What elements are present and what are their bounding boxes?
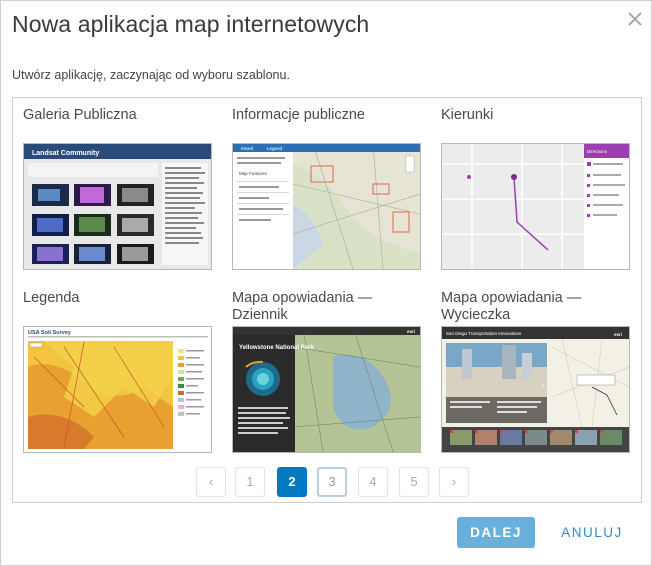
page-4-button[interactable]: 4 xyxy=(358,467,388,497)
page-1-button[interactable]: 1 xyxy=(235,467,265,497)
thumb-title: USA Soil Survey xyxy=(28,330,72,336)
template-card-label: Kierunki xyxy=(441,107,494,123)
thumb-title: Landsat Community xyxy=(32,150,99,157)
cancel-button[interactable]: ANULUJ xyxy=(553,517,631,548)
template-card-story-map-tour[interactable]: Mapa opowiadania — Wycieczka xyxy=(441,290,630,326)
template-card-label: Mapa opowiadania — Dziennik xyxy=(232,290,373,323)
template-card-label: Informacje publiczne xyxy=(232,107,365,123)
page-2-button[interactable]: 2 xyxy=(277,467,307,497)
template-card-public-gallery[interactable]: Galeria Publiczna xyxy=(23,107,212,143)
new-web-app-dialog: Nowa aplikacja map internetowych Utwórz … xyxy=(0,0,652,566)
pagination: ‹ 1 2 3 4 5 › xyxy=(13,467,641,497)
dialog-subtitle: Utwórz aplikację, zaczynając od wyboru s… xyxy=(12,68,290,82)
esri-logo: esri xyxy=(614,332,622,337)
template-card-legend[interactable]: Legenda xyxy=(23,290,212,326)
thumb-title: Yellowstone National Park xyxy=(239,345,314,351)
template-card-label: Legenda xyxy=(23,290,80,306)
page-5-button[interactable]: 5 xyxy=(399,467,429,497)
svg-text:‹: ‹ xyxy=(443,380,446,389)
template-gallery: Galeria Publiczna Landsat Community Info… xyxy=(12,97,642,503)
template-card-story-map-journal[interactable]: Mapa opowiadania — Dziennik xyxy=(232,290,421,326)
thumb-panel-title: Directions xyxy=(587,149,608,154)
template-thumbnail-story-map-journal[interactable]: esri Yellowstone National Park xyxy=(232,326,421,453)
template-card-label: Galeria Publiczna xyxy=(23,107,137,123)
template-thumbnail-directions[interactable]: Directions xyxy=(441,143,630,270)
thumb-tab: Legend xyxy=(267,146,283,151)
template-thumbnail-legend[interactable]: USA Soil Survey xyxy=(23,326,212,453)
template-card-public-information[interactable]: Informacje publiczne xyxy=(232,107,421,143)
template-thumbnail-public-information[interactable]: Mixed Legend Map Features xyxy=(232,143,421,270)
chevron-right-icon[interactable]: › xyxy=(439,467,469,497)
thumb-tab: Mixed xyxy=(241,146,254,151)
template-card-directions[interactable]: Kierunki xyxy=(441,107,630,143)
page-3-button[interactable]: 3 xyxy=(317,467,347,497)
svg-text:›: › xyxy=(542,380,545,389)
chevron-left-icon[interactable]: ‹ xyxy=(196,467,226,497)
dialog-title: Nowa aplikacja map internetowych xyxy=(12,11,370,37)
thumb-title: San Diego Transportation Innovations xyxy=(446,331,522,336)
close-icon[interactable] xyxy=(625,9,645,29)
thumb-subtitle: Map Features xyxy=(239,171,268,176)
template-thumbnail-story-map-tour[interactable]: San Diego Transportation Innovations esr… xyxy=(441,326,630,453)
template-thumbnail-public-gallery[interactable]: Landsat Community xyxy=(23,143,212,270)
next-button[interactable]: DALEJ xyxy=(457,517,535,548)
esri-logo: esri xyxy=(407,329,415,334)
template-card-label: Mapa opowiadania — Wycieczka xyxy=(441,290,582,323)
